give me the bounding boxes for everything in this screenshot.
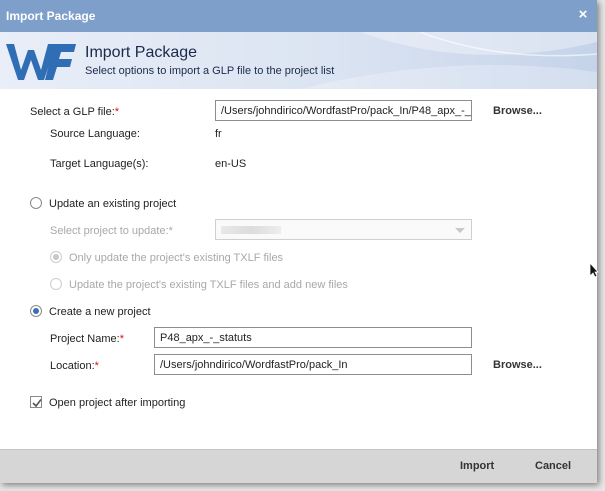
mouse-cursor-icon bbox=[589, 262, 599, 278]
source-language-value: fr bbox=[215, 128, 222, 140]
location-label: Location:* bbox=[50, 360, 99, 372]
wordfast-logo-icon bbox=[6, 44, 76, 80]
only-update-label: Only update the project's existing TXLF … bbox=[69, 252, 284, 264]
import-package-dialog: Import Package × Import Package Select o… bbox=[0, 0, 597, 483]
only-update-radio[interactable] bbox=[50, 251, 62, 263]
update-existing-radio[interactable] bbox=[30, 197, 42, 209]
glp-file-input[interactable]: /Users/johndirico/WordfastPro/pack_In/P4… bbox=[215, 100, 472, 121]
browse-glp-button[interactable]: Browse... bbox=[493, 105, 542, 117]
required-mark: * bbox=[114, 106, 120, 118]
update-add-radio[interactable] bbox=[50, 278, 62, 290]
required-mark: * bbox=[119, 333, 124, 345]
required-mark: * bbox=[94, 360, 99, 372]
blurred-project-value bbox=[221, 226, 281, 234]
header-subtitle: Select options to import a GLP file to t… bbox=[85, 65, 335, 77]
open-after-checkbox[interactable] bbox=[30, 396, 42, 408]
create-new-radio[interactable] bbox=[30, 305, 42, 317]
project-name-label: Project Name:* bbox=[50, 333, 124, 345]
checkmark-icon bbox=[32, 399, 42, 408]
select-project-label-text: Select project to update: bbox=[50, 225, 169, 237]
header-banner: Import Package Select options to import … bbox=[0, 32, 597, 89]
project-name-label-text: Project Name: bbox=[50, 333, 120, 345]
title-bar: Import Package × bbox=[0, 0, 597, 32]
update-add-label: Update the project's existing TXLF files… bbox=[69, 279, 348, 291]
browse-location-button[interactable]: Browse... bbox=[493, 359, 542, 371]
target-language-label: Target Language(s): bbox=[50, 158, 149, 170]
create-new-label: Create a new project bbox=[49, 306, 151, 318]
cancel-button[interactable]: Cancel bbox=[535, 460, 571, 472]
glp-file-label-text: Select a GLP file: bbox=[30, 106, 115, 118]
select-project-label: Select project to update:* bbox=[50, 225, 173, 237]
required-mark: * bbox=[168, 225, 173, 237]
update-existing-label: Update an existing project bbox=[49, 198, 177, 210]
project-name-input[interactable]: P48_apx_-_statuts bbox=[154, 327, 472, 348]
glp-file-label: Select a GLP file:* bbox=[30, 106, 119, 118]
target-language-value: en-US bbox=[215, 158, 247, 170]
source-language-label: Source Language: bbox=[50, 128, 140, 140]
open-after-label: Open project after importing bbox=[49, 397, 186, 409]
location-label-text: Location: bbox=[50, 360, 95, 372]
select-project-dropdown[interactable] bbox=[215, 219, 472, 240]
window-title: Import Package bbox=[6, 9, 96, 23]
header-title: Import Package bbox=[85, 44, 198, 61]
dialog-footer: Import Cancel bbox=[0, 449, 597, 483]
location-input[interactable]: /Users/johndirico/WordfastPro/pack_In bbox=[154, 354, 472, 375]
import-button[interactable]: Import bbox=[460, 460, 494, 472]
chevron-down-icon bbox=[455, 228, 465, 233]
close-icon[interactable]: × bbox=[575, 7, 591, 23]
